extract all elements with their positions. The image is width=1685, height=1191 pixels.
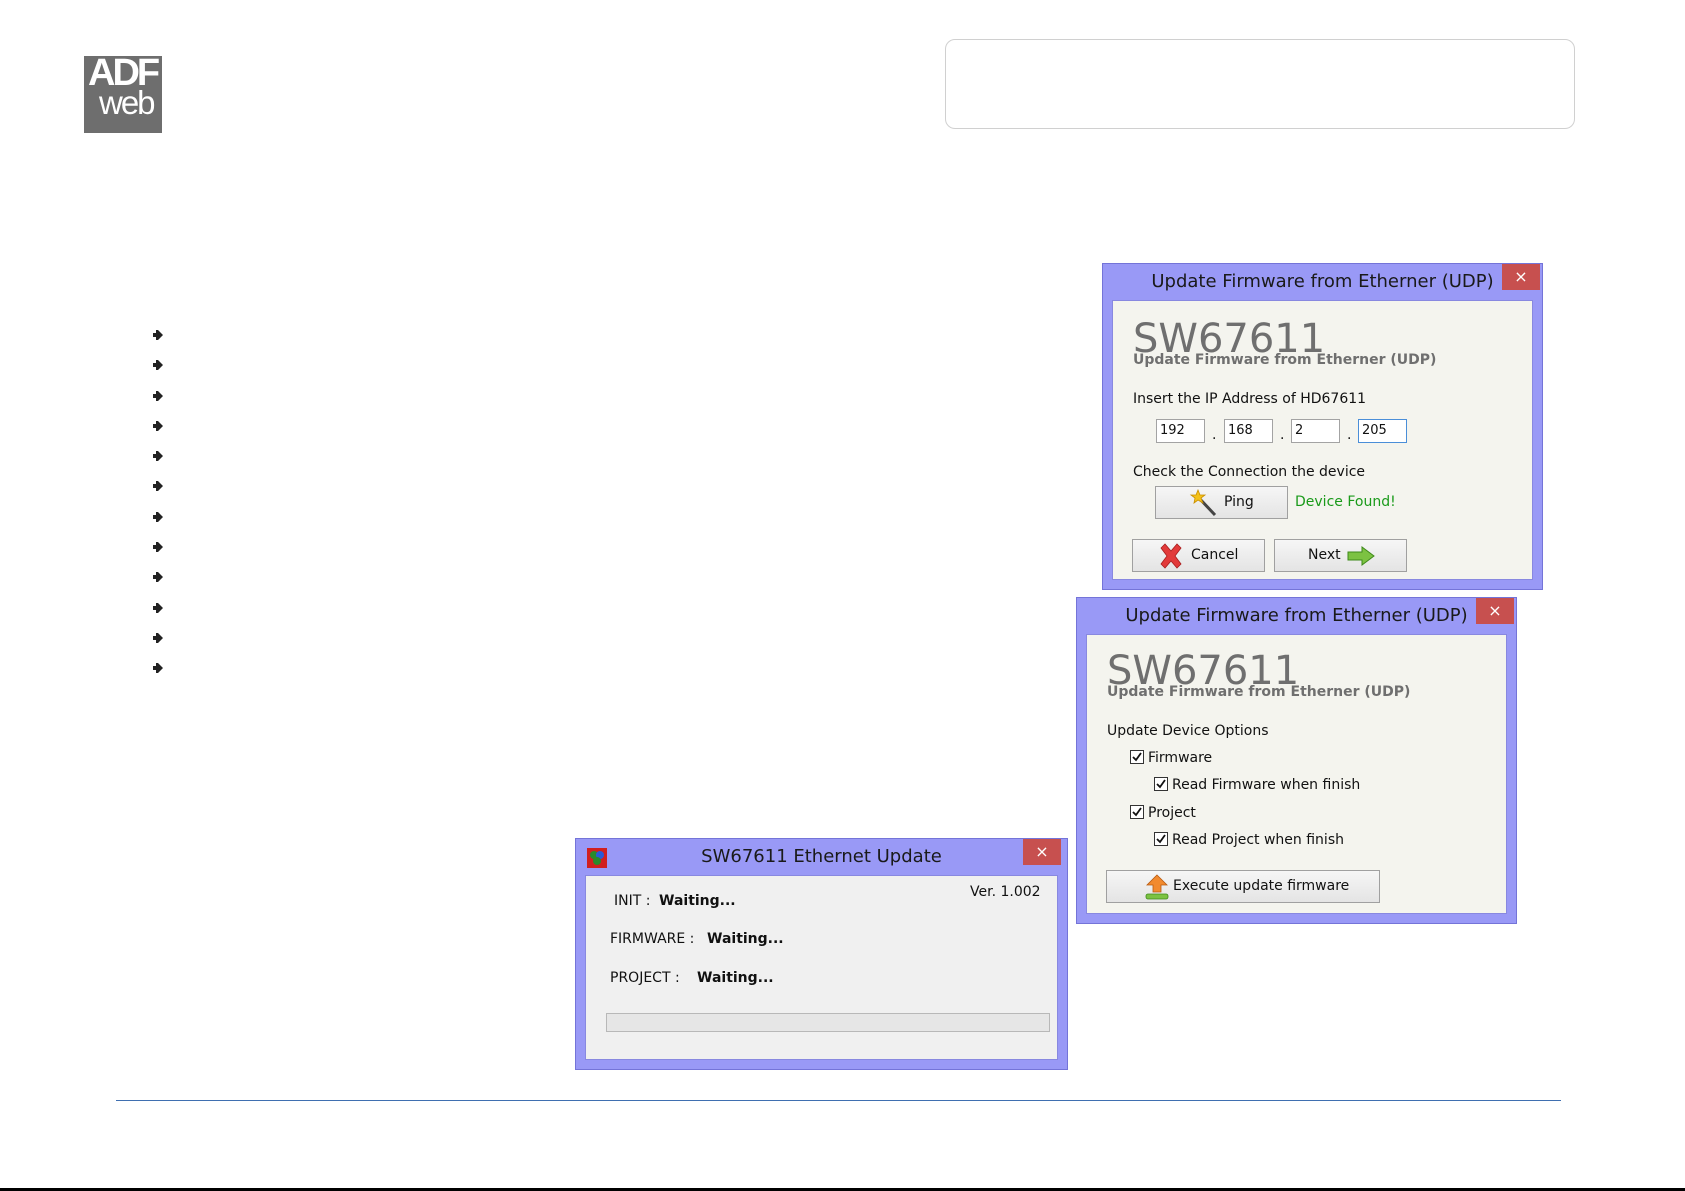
execute-update-label: Execute update firmware [1173, 878, 1350, 894]
bullet-item [151, 449, 171, 479]
read-firmware-checkbox[interactable] [1154, 777, 1168, 791]
firmware-label: FIRMWARE : [610, 931, 695, 947]
bullet-item [151, 631, 171, 661]
bullet-item [151, 389, 171, 419]
bullet-arrow-icon [153, 390, 163, 401]
header-box [945, 39, 1575, 129]
ip-separator: . [1212, 427, 1217, 443]
check-icon [1156, 834, 1166, 844]
firmware-checkbox[interactable] [1130, 750, 1144, 764]
bullet-arrow-icon [153, 360, 163, 371]
ping-label: Ping [1224, 494, 1254, 510]
project-option-label: Project [1148, 805, 1196, 821]
ip-separator: . [1347, 427, 1352, 443]
check-icon [1132, 752, 1142, 762]
bullet-arrow-icon [153, 481, 163, 492]
bullet-list [151, 328, 171, 692]
close-button[interactable]: × [1476, 598, 1514, 624]
init-label: INIT : [614, 893, 651, 909]
ip-octet-4-input[interactable]: 205 [1358, 419, 1407, 443]
bullet-item [151, 358, 171, 388]
project-checkbox[interactable] [1130, 805, 1144, 819]
ping-button[interactable]: Ping [1155, 486, 1288, 519]
firmware-status: Waiting... [707, 931, 784, 947]
ip-octet-1-input[interactable]: 192 [1156, 419, 1205, 443]
check-icon [1156, 779, 1166, 789]
bullet-item [151, 540, 171, 570]
footer-rule [116, 1100, 1561, 1101]
window-content: SW67611 Update Firmware from Etherner (U… [1112, 300, 1533, 580]
logo-text-web: web [99, 84, 156, 121]
bullet-item [151, 661, 171, 691]
window-content: Ver. 1.002 INIT : Waiting... FIRMWARE : … [585, 875, 1058, 1060]
app-subtitle: Update Firmware from Etherner (UDP) [1133, 352, 1437, 368]
ip-octet-3-input[interactable]: 2 [1291, 419, 1340, 443]
bullet-arrow-icon [153, 602, 163, 613]
options-label: Update Device Options [1107, 723, 1269, 739]
bullet-arrow-icon [153, 420, 163, 431]
red-x-icon [1160, 543, 1182, 569]
cancel-button[interactable]: Cancel [1132, 539, 1265, 572]
bullet-item [151, 328, 171, 358]
execute-update-button[interactable]: Execute update firmware [1106, 870, 1380, 903]
green-arrow-icon [1347, 546, 1375, 566]
next-button[interactable]: Next [1274, 539, 1407, 572]
check-connection-label: Check the Connection the device [1133, 464, 1366, 480]
bullet-item [151, 510, 171, 540]
init-status: Waiting... [659, 893, 736, 909]
read-project-checkbox[interactable] [1154, 832, 1168, 846]
cancel-label: Cancel [1191, 547, 1239, 563]
bullet-arrow-icon [153, 632, 163, 643]
bullet-item [151, 479, 171, 509]
ip-label: Insert the IP Address of HD67611 [1133, 391, 1367, 407]
bullet-arrow-icon [153, 542, 163, 553]
bullet-arrow-icon [153, 451, 163, 462]
project-label: PROJECT : [610, 970, 680, 986]
ip-octet-2-input[interactable]: 168 [1224, 419, 1273, 443]
bullet-item [151, 570, 171, 600]
check-icon [1132, 807, 1142, 817]
magic-wand-icon [1189, 488, 1217, 517]
ethernet-update-window: SW67611 Ethernet Update × Ver. 1.002 INI… [575, 838, 1068, 1070]
bullet-item [151, 419, 171, 449]
window-content: SW67611 Update Firmware from Etherner (U… [1086, 634, 1507, 914]
update-firmware-window-options: Update Firmware from Etherner (UDP) × SW… [1076, 597, 1517, 924]
device-status: Device Found! [1295, 494, 1396, 510]
adfweb-logo: ADF web [84, 56, 162, 133]
close-button[interactable]: × [1502, 264, 1540, 290]
version-label: Ver. 1.002 [970, 884, 1041, 900]
bullet-arrow-icon [153, 663, 163, 674]
project-status: Waiting... [697, 970, 774, 986]
window-title: Update Firmware from Etherner (UDP) [1151, 271, 1494, 292]
bullet-arrow-icon [153, 572, 163, 583]
bullet-item [151, 601, 171, 631]
firmware-option-label: Firmware [1148, 750, 1213, 766]
update-progress-bar [606, 1013, 1050, 1032]
bullet-arrow-icon [153, 511, 163, 522]
window-title: SW67611 Ethernet Update [701, 846, 942, 867]
read-firmware-option-label: Read Firmware when finish [1172, 777, 1361, 793]
close-button[interactable]: × [1023, 839, 1061, 865]
update-firmware-window-ip: Update Firmware from Etherner (UDP) × SW… [1102, 263, 1543, 590]
read-project-option-label: Read Project when finish [1172, 832, 1344, 848]
upload-arrow-icon [1145, 874, 1169, 900]
ip-separator: . [1280, 427, 1285, 443]
next-label: Next [1308, 547, 1341, 563]
window-title: Update Firmware from Etherner (UDP) [1125, 605, 1468, 626]
bullet-arrow-icon [153, 330, 163, 340]
app-subtitle: Update Firmware from Etherner (UDP) [1107, 684, 1411, 700]
